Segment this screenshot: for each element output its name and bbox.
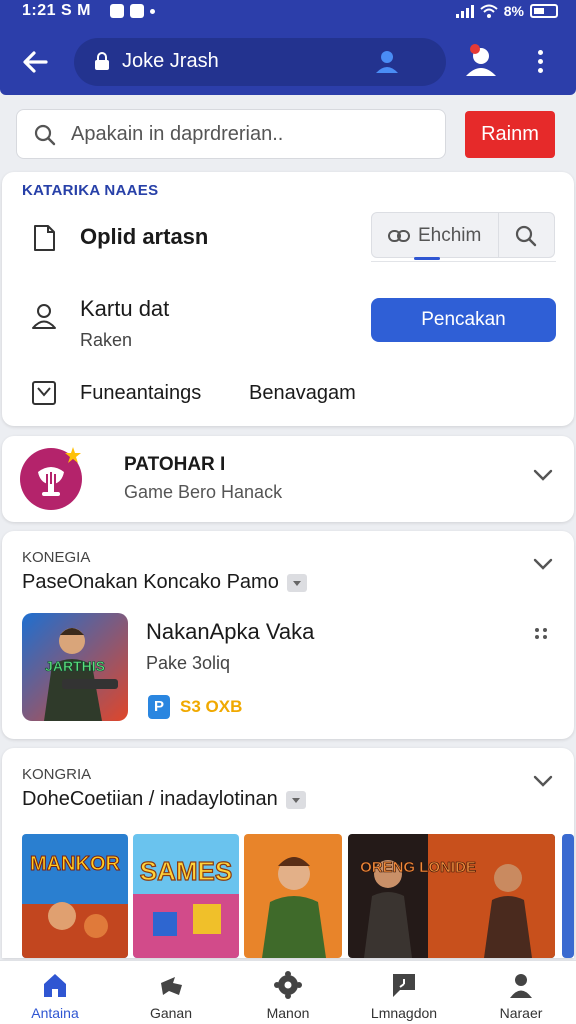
status-time: 1:21 S M bbox=[22, 2, 91, 19]
wifi-icon bbox=[480, 4, 498, 18]
game-thumbnail[interactable]: SAMES bbox=[133, 834, 239, 958]
person-icon bbox=[32, 304, 56, 329]
profile-avatar[interactable] bbox=[462, 42, 500, 80]
category-card-two: KONGRIA DoheCoetiian / inadaylotinan MAN… bbox=[2, 748, 574, 958]
signal-icon bbox=[455, 4, 474, 18]
battery-percent: 8% bbox=[503, 3, 524, 19]
checkbox-icon[interactable] bbox=[30, 379, 58, 407]
featured-app-card[interactable]: PATOHAR I Game Bero Hanack bbox=[2, 436, 574, 522]
star-icon bbox=[65, 447, 81, 463]
app-bar: 1:21 S M 8% Joke Jrash bbox=[0, 0, 576, 95]
game-thumbnail[interactable]: JARTHIS bbox=[22, 613, 128, 721]
notification-dot-icon bbox=[150, 9, 155, 14]
more-options-icon[interactable] bbox=[534, 627, 548, 639]
game-artwork bbox=[562, 834, 574, 958]
url-text: Joke Jrash bbox=[122, 50, 219, 72]
section-heading-text: PaseOnakan Koncako Pamo bbox=[22, 571, 279, 593]
game-artwork: MANKOR bbox=[22, 834, 128, 958]
search-button[interactable]: Rainm bbox=[465, 111, 555, 158]
segment-label: Ehchim bbox=[418, 225, 482, 246]
nav-item-tags[interactable]: Lmnagdon bbox=[349, 961, 459, 1024]
game-artwork: ORENG LONIDE bbox=[348, 834, 555, 958]
more-options-icon[interactable] bbox=[528, 46, 552, 76]
notification-badge bbox=[470, 44, 480, 54]
search-placeholder: Apakain in daprdrerian.. bbox=[71, 123, 284, 145]
nav-item-settings[interactable]: Manon bbox=[233, 961, 343, 1024]
nav-label: Antaina bbox=[31, 1005, 79, 1021]
person-icon bbox=[510, 974, 532, 998]
row2-subtitle: Raken bbox=[80, 330, 133, 350]
app-icon bbox=[20, 447, 82, 510]
game-title: NakanApka Vaka bbox=[146, 619, 315, 644]
nav-label: Manon bbox=[266, 1005, 310, 1021]
segment-search-button[interactable] bbox=[499, 212, 555, 258]
link-icon bbox=[388, 230, 410, 242]
game-artwork bbox=[244, 834, 342, 958]
nav-label: Ganan bbox=[149, 1005, 193, 1021]
primary-action-button[interactable]: Pencakan bbox=[371, 298, 556, 342]
chevron-down-icon[interactable] bbox=[532, 557, 554, 571]
section-heading-text: DoheCoetiian / inadaylotinan bbox=[22, 788, 278, 810]
game-price: S3 OXB bbox=[180, 697, 243, 716]
user-group-icon bbox=[466, 48, 496, 76]
segment-indicator bbox=[414, 257, 440, 260]
game-thumbnail[interactable] bbox=[562, 834, 574, 958]
document-icon bbox=[34, 225, 55, 251]
status-notification-icons bbox=[110, 4, 155, 18]
thumbnail-title: JARTHIS bbox=[45, 658, 105, 674]
nav-item-home[interactable]: Antaina bbox=[0, 961, 110, 1024]
url-bar[interactable]: Joke Jrash bbox=[74, 38, 446, 86]
featured-app-title: PATOHAR I bbox=[124, 454, 226, 475]
chevron-down-icon[interactable] bbox=[532, 468, 554, 482]
row2-title: Kartu dat bbox=[80, 296, 170, 321]
dropdown-icon[interactable] bbox=[285, 790, 306, 809]
row1-label: Oplid artasn bbox=[80, 224, 209, 249]
battery-icon bbox=[530, 4, 558, 18]
nav-item-profile[interactable]: Naraer bbox=[466, 961, 576, 1024]
chevron-down-icon[interactable] bbox=[532, 774, 554, 788]
game-artwork: JARTHIS bbox=[22, 613, 128, 721]
category-label: KONEGIA bbox=[22, 549, 91, 566]
notification-icon bbox=[130, 4, 144, 18]
thumbnail-title: MANKOR bbox=[30, 853, 121, 875]
price-badge-icon: P bbox=[148, 695, 170, 719]
section-heading[interactable]: DoheCoetiian / inadaylotinan bbox=[22, 788, 306, 811]
search-icon bbox=[515, 225, 537, 247]
lock-icon bbox=[95, 52, 109, 70]
game-thumbnail[interactable] bbox=[244, 834, 342, 958]
thumbnail-title: ORENG LONIDE bbox=[360, 859, 476, 876]
nav-item-games[interactable]: Ganan bbox=[116, 961, 226, 1024]
thumbnail-title: SAMES bbox=[140, 856, 232, 886]
category-label: KONGRIA bbox=[22, 766, 92, 783]
category-card-one: KONEGIA PaseOnakan Koncako Pamo JARTHIS … bbox=[2, 531, 574, 739]
nav-label: Lmnagdon bbox=[370, 1005, 438, 1021]
notification-icon bbox=[110, 4, 124, 18]
card-title: KATARIKA NAAES bbox=[22, 182, 159, 199]
game-thumbnail[interactable]: MANKOR bbox=[22, 834, 128, 958]
row3-right-link[interactable]: Benavagam bbox=[249, 382, 356, 405]
section-heading[interactable]: PaseOnakan Koncako Pamo bbox=[22, 571, 307, 594]
game-artwork: SAMES bbox=[133, 834, 239, 958]
gamepad-icon bbox=[161, 977, 182, 995]
home-icon bbox=[44, 974, 66, 997]
status-bar: 1:21 S M 8% bbox=[0, 0, 576, 24]
dropdown-icon[interactable] bbox=[286, 573, 307, 592]
row3-left-link[interactable]: Funeantaings bbox=[80, 382, 201, 405]
search-icon bbox=[34, 124, 56, 146]
bottom-navigation: Antaina Ganan Manon Lmnagdon Naraer bbox=[0, 960, 576, 1024]
account-icon[interactable] bbox=[374, 49, 400, 75]
game-subtitle: Pake 3oliq bbox=[146, 653, 231, 673]
segmented-control: Ehchim bbox=[371, 212, 556, 262]
back-arrow-icon[interactable] bbox=[18, 44, 54, 80]
featured-app-subtitle: Game Bero Hanack bbox=[124, 482, 283, 502]
segment-link-button[interactable]: Ehchim bbox=[371, 212, 499, 260]
nav-label: Naraer bbox=[499, 1005, 543, 1021]
settings-card: KATARIKA NAAES Oplid artasn Ehchim Kartu… bbox=[2, 172, 574, 426]
gear-icon bbox=[274, 971, 302, 999]
game-thumbnail[interactable]: ORENG LONIDE bbox=[348, 834, 555, 958]
tag-icon bbox=[393, 974, 415, 997]
search-field[interactable]: Apakain in daprdrerian.. bbox=[16, 109, 446, 159]
